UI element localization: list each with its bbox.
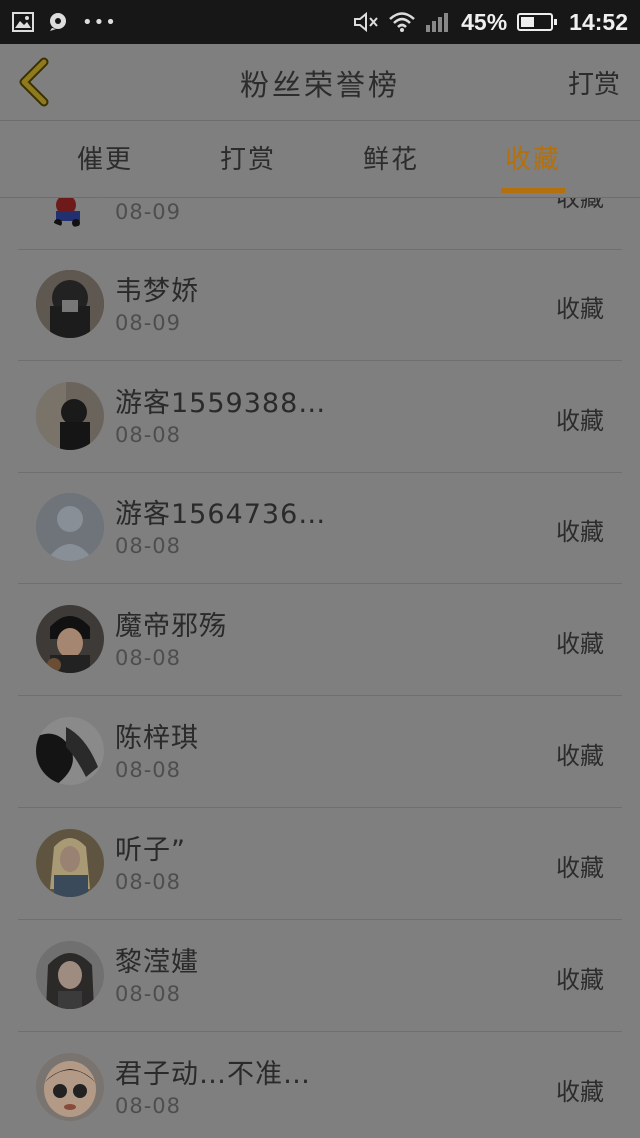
favorite-label: 收藏 [556, 742, 604, 770]
notification-icon [50, 13, 66, 31]
date: 08-09 [115, 311, 182, 335]
image-icon [12, 12, 34, 32]
tab-urge-update[interactable]: 催更 [50, 139, 160, 176]
battery-percent: 45% [461, 8, 508, 35]
avatar [36, 941, 104, 1009]
favorite-label: 收藏 [556, 407, 604, 435]
avatar [36, 605, 104, 673]
list-item[interactable]: 游客1564736… 08-08 收藏 [18, 472, 622, 584]
list-item[interactable]: 韦梦娇 08-09 收藏 [18, 249, 622, 361]
date: 08-08 [115, 758, 182, 782]
favorite-label: 收藏 [556, 295, 604, 323]
reward-button[interactable]: 打赏 [568, 64, 620, 101]
user-name: 韦梦娇 [115, 276, 199, 307]
user-name: 黎滢嫿 [115, 947, 199, 978]
list-item[interactable]: 黎滢嫿 08-08 收藏 [18, 920, 622, 1032]
tab-reward[interactable]: 打赏 [193, 139, 303, 176]
date: 08-08 [115, 1094, 182, 1118]
user-name: 游客1564736… [115, 499, 327, 530]
user-name: 君子动…不准… [115, 1059, 311, 1090]
more-dots-icon: ••• [82, 11, 117, 33]
wifi-icon [389, 12, 415, 32]
clock: 14:52 [569, 8, 628, 35]
app-header: 粉丝荣誉榜 打赏 [0, 44, 640, 121]
avatar [36, 829, 104, 897]
signal-icon [426, 13, 449, 32]
favorite-label: 收藏 [556, 1078, 604, 1106]
date: 08-08 [115, 646, 182, 670]
date: 08-08 [115, 423, 182, 447]
date: 08-08 [115, 870, 182, 894]
date: 08-08 [115, 982, 182, 1006]
list-item[interactable]: 魔帝邪殇 08-08 收藏 [18, 584, 622, 696]
user-name: 游客1559388… [115, 388, 327, 419]
list-item[interactable]: 陈梓琪 08-08 收藏 [18, 696, 622, 808]
avatar [36, 1053, 104, 1121]
avatar [36, 198, 104, 227]
list-item[interactable]: 游客1559388… 08-08 收藏 [18, 361, 622, 473]
user-name: 魔帝邪殇 [115, 611, 227, 642]
list-item[interactable]: 君子动…不准… 08-08 收藏 [18, 1032, 622, 1138]
battery-icon [517, 13, 558, 31]
active-tab-indicator [501, 188, 565, 193]
date: 08-08 [115, 534, 182, 558]
tab-bar: 催更 打赏 鲜花 收藏 [0, 121, 640, 198]
avatar [36, 717, 104, 785]
page-title: 粉丝荣誉榜 [239, 68, 400, 102]
favorite-label: 收藏 [556, 198, 604, 212]
tab-flowers[interactable]: 鲜花 [336, 139, 446, 176]
status-bar: ••• 45% 14:52 [0, 0, 640, 44]
fan-list[interactable]: 08-09 收藏 韦梦娇 08-09 收藏 游客1559388… 08-08 收… [0, 198, 640, 1138]
list-item[interactable]: 听子” 08-08 收藏 [18, 808, 622, 920]
tab-favorites[interactable]: 收藏 [478, 139, 588, 176]
list-item[interactable]: 08-09 收藏 [18, 198, 622, 250]
favorite-label: 收藏 [556, 854, 604, 882]
avatar [36, 493, 104, 561]
favorite-label: 收藏 [556, 966, 604, 994]
favorite-label: 收藏 [556, 518, 604, 546]
mute-icon [354, 11, 378, 33]
avatar [36, 270, 104, 338]
user-name: 听子” [115, 835, 186, 866]
favorite-label: 收藏 [556, 630, 604, 658]
user-name: 陈梓琪 [115, 723, 199, 754]
avatar [36, 382, 104, 450]
date: 08-09 [115, 200, 182, 224]
